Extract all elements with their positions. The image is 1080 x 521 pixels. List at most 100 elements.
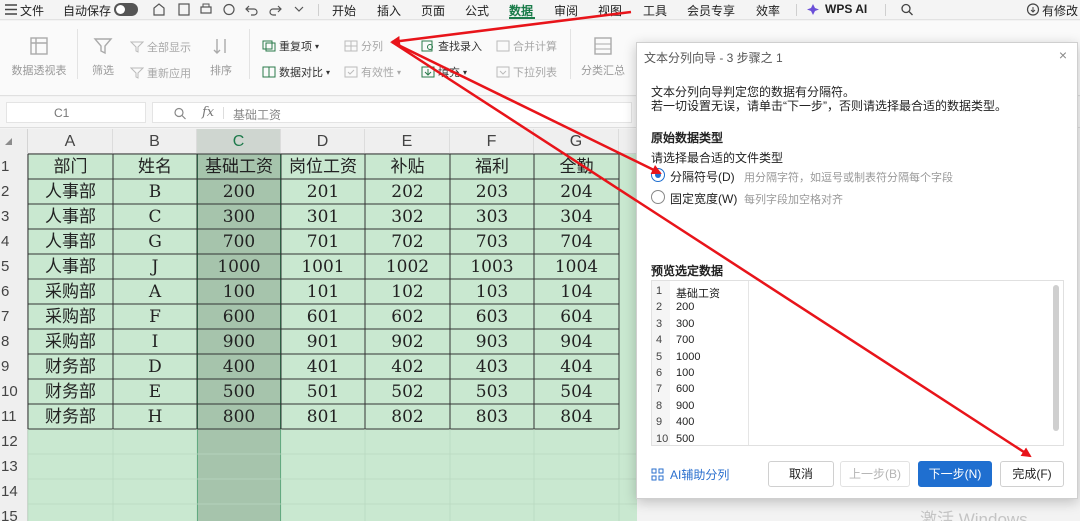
table-cell[interactable]: 402 (365, 354, 450, 379)
table-cell[interactable]: E (113, 379, 197, 404)
table-cell[interactable]: 303 (450, 204, 534, 229)
table-cell[interactable]: 603 (450, 304, 534, 329)
table-cell[interactable]: 采购部 (28, 279, 113, 304)
modified-status[interactable]: 有修改 (1042, 2, 1078, 19)
formula-input[interactable]: fx 基础工资 (152, 102, 632, 123)
data-preview-box[interactable]: 1 2 3 4 5 6 7 8 9 10 基础工资 200 300 700 1000 100 600 900 40… (651, 280, 1064, 446)
select-all-corner[interactable] (0, 129, 28, 154)
tab-formula[interactable]: 公式 (465, 2, 489, 19)
table-cell[interactable]: 501 (281, 379, 365, 404)
table-cell[interactable]: 403 (450, 354, 534, 379)
cancel-button[interactable]: 取消 (768, 461, 834, 487)
table-cell[interactable]: C (113, 204, 197, 229)
sort-button[interactable]: 排序 (202, 36, 240, 78)
row-header[interactable]: 8 (0, 329, 28, 354)
reapply-button[interactable]: 重新应用 (130, 65, 191, 81)
column-header-g[interactable]: G (534, 129, 619, 154)
table-cell[interactable]: 704 (534, 229, 619, 254)
row-header[interactable]: 5 (0, 254, 28, 279)
table-cell[interactable]: 1001 (281, 254, 365, 279)
table-cell[interactable]: 801 (281, 404, 365, 429)
tab-view[interactable]: 视图 (598, 2, 622, 19)
table-cell[interactable]: 财务部 (28, 404, 113, 429)
table-cell[interactable]: 100 (197, 279, 281, 304)
header-cell[interactable]: 岗位工资 (281, 154, 365, 179)
duplicates-button[interactable]: 重复项 ▾ (262, 38, 319, 54)
table-cell[interactable]: 1004 (534, 254, 619, 279)
table-cell[interactable]: 人事部 (28, 229, 113, 254)
previous-step-button[interactable]: 上一步(B) (840, 461, 910, 487)
tab-member[interactable]: 会员专享 (687, 2, 735, 19)
table-cell[interactable]: 101 (281, 279, 365, 304)
table-cell[interactable]: 800 (197, 404, 281, 429)
table-cell[interactable]: 903 (450, 329, 534, 354)
home-icon[interactable] (152, 3, 166, 16)
show-all-button[interactable]: 全部显示 (130, 39, 191, 55)
filter-button[interactable]: 筛选 (84, 36, 122, 78)
table-cell[interactable]: 1000 (197, 254, 281, 279)
file-menu[interactable]: 文件 (20, 2, 44, 19)
fixed-width-label[interactable]: 固定宽度(W) (670, 190, 737, 207)
table-cell[interactable]: 700 (197, 229, 281, 254)
subtotal-button[interactable]: 分类汇总 (577, 36, 629, 78)
table-cell[interactable]: 1003 (450, 254, 534, 279)
fixed-width-radio[interactable] (651, 190, 665, 204)
chevron-down-icon[interactable] (292, 3, 306, 16)
table-cell[interactable]: 103 (450, 279, 534, 304)
save-icon[interactable] (177, 3, 191, 16)
table-cell[interactable]: F (113, 304, 197, 329)
tab-page[interactable]: 页面 (421, 2, 445, 19)
table-cell[interactable]: J (113, 254, 197, 279)
table-cell[interactable]: 201 (281, 179, 365, 204)
spreadsheet[interactable]: A B C D E F G 1 2 3 4 5 6 7 8 9 10 11 12 13 14 15 部门 姓名… (0, 129, 637, 521)
table-cell[interactable]: 401 (281, 354, 365, 379)
table-cell[interactable]: 703 (450, 229, 534, 254)
tab-efficiency[interactable]: 效率 (756, 2, 780, 19)
row-header[interactable]: 3 (0, 204, 28, 229)
table-cell[interactable]: 804 (534, 404, 619, 429)
table-cell[interactable]: 203 (450, 179, 534, 204)
next-step-button[interactable]: 下一步(N) (918, 461, 992, 487)
row-header[interactable]: 14 (0, 479, 28, 504)
find-entry-button[interactable]: 查找录入 (421, 38, 482, 54)
table-cell[interactable]: 人事部 (28, 179, 113, 204)
data-compare-button[interactable]: 数据对比 ▾ (262, 64, 330, 80)
table-cell[interactable]: 802 (365, 404, 450, 429)
table-cell[interactable]: 602 (365, 304, 450, 329)
print-icon[interactable] (199, 3, 213, 16)
table-cell[interactable]: 301 (281, 204, 365, 229)
row-header[interactable]: 15 (0, 504, 28, 521)
table-cell[interactable]: 604 (534, 304, 619, 329)
table-cell[interactable]: I (113, 329, 197, 354)
row-header[interactable]: 13 (0, 454, 28, 479)
row-header[interactable]: 10 (0, 379, 28, 404)
table-cell[interactable]: 1002 (365, 254, 450, 279)
column-header-c[interactable]: C (197, 129, 281, 154)
ai-split-link[interactable]: AI辅助分列 (651, 466, 729, 483)
row-header[interactable]: 11 (0, 404, 28, 429)
row-header[interactable]: 1 (0, 154, 28, 179)
column-header-e[interactable]: E (365, 129, 450, 154)
finish-button[interactable]: 完成(F) (1000, 461, 1064, 487)
table-cell[interactable]: 503 (450, 379, 534, 404)
validity-button[interactable]: 有效性 ▾ (344, 64, 401, 80)
column-header-d[interactable]: D (281, 129, 365, 154)
autosave-toggle[interactable] (114, 3, 138, 16)
split-column-button[interactable]: 分列 (344, 38, 383, 54)
table-cell[interactable]: 504 (534, 379, 619, 404)
row-header[interactable]: 4 (0, 229, 28, 254)
row-header[interactable]: 7 (0, 304, 28, 329)
table-cell[interactable]: 采购部 (28, 304, 113, 329)
redo-icon[interactable] (268, 3, 282, 16)
table-cell[interactable]: 财务部 (28, 354, 113, 379)
table-cell[interactable]: 204 (534, 179, 619, 204)
table-cell[interactable]: 902 (365, 329, 450, 354)
table-cell[interactable]: 102 (365, 279, 450, 304)
table-cell[interactable]: 502 (365, 379, 450, 404)
table-cell[interactable]: 601 (281, 304, 365, 329)
file-menu-icon[interactable] (4, 3, 18, 16)
search-icon[interactable] (900, 3, 914, 16)
table-cell[interactable]: 202 (365, 179, 450, 204)
table-cell[interactable]: 803 (450, 404, 534, 429)
header-cell[interactable]: 全勤 (534, 154, 619, 179)
